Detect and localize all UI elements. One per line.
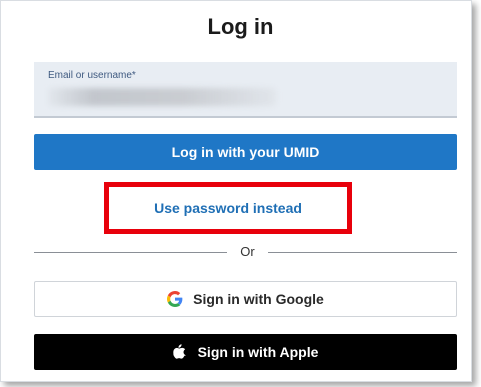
- umid-login-button[interactable]: Log in with your UMID: [34, 134, 457, 170]
- divider-right: [268, 252, 457, 253]
- email-field-value-redacted: [48, 88, 276, 106]
- use-password-link[interactable]: Use password instead: [104, 182, 352, 234]
- google-icon: [167, 291, 183, 307]
- google-signin-label: Sign in with Google: [193, 291, 324, 307]
- apple-signin-label: Sign in with Apple: [197, 344, 319, 360]
- apple-signin-button[interactable]: Sign in with Apple: [34, 334, 457, 370]
- email-field-label: Email or username*: [48, 70, 136, 81]
- apple-icon: [172, 343, 186, 359]
- divider-left: [34, 252, 227, 253]
- divider-or-text: Or: [240, 244, 255, 259]
- google-signin-button[interactable]: Sign in with Google: [34, 281, 457, 317]
- page-title: Log in: [207, 14, 274, 39]
- email-field[interactable]: Email or username*: [34, 62, 457, 118]
